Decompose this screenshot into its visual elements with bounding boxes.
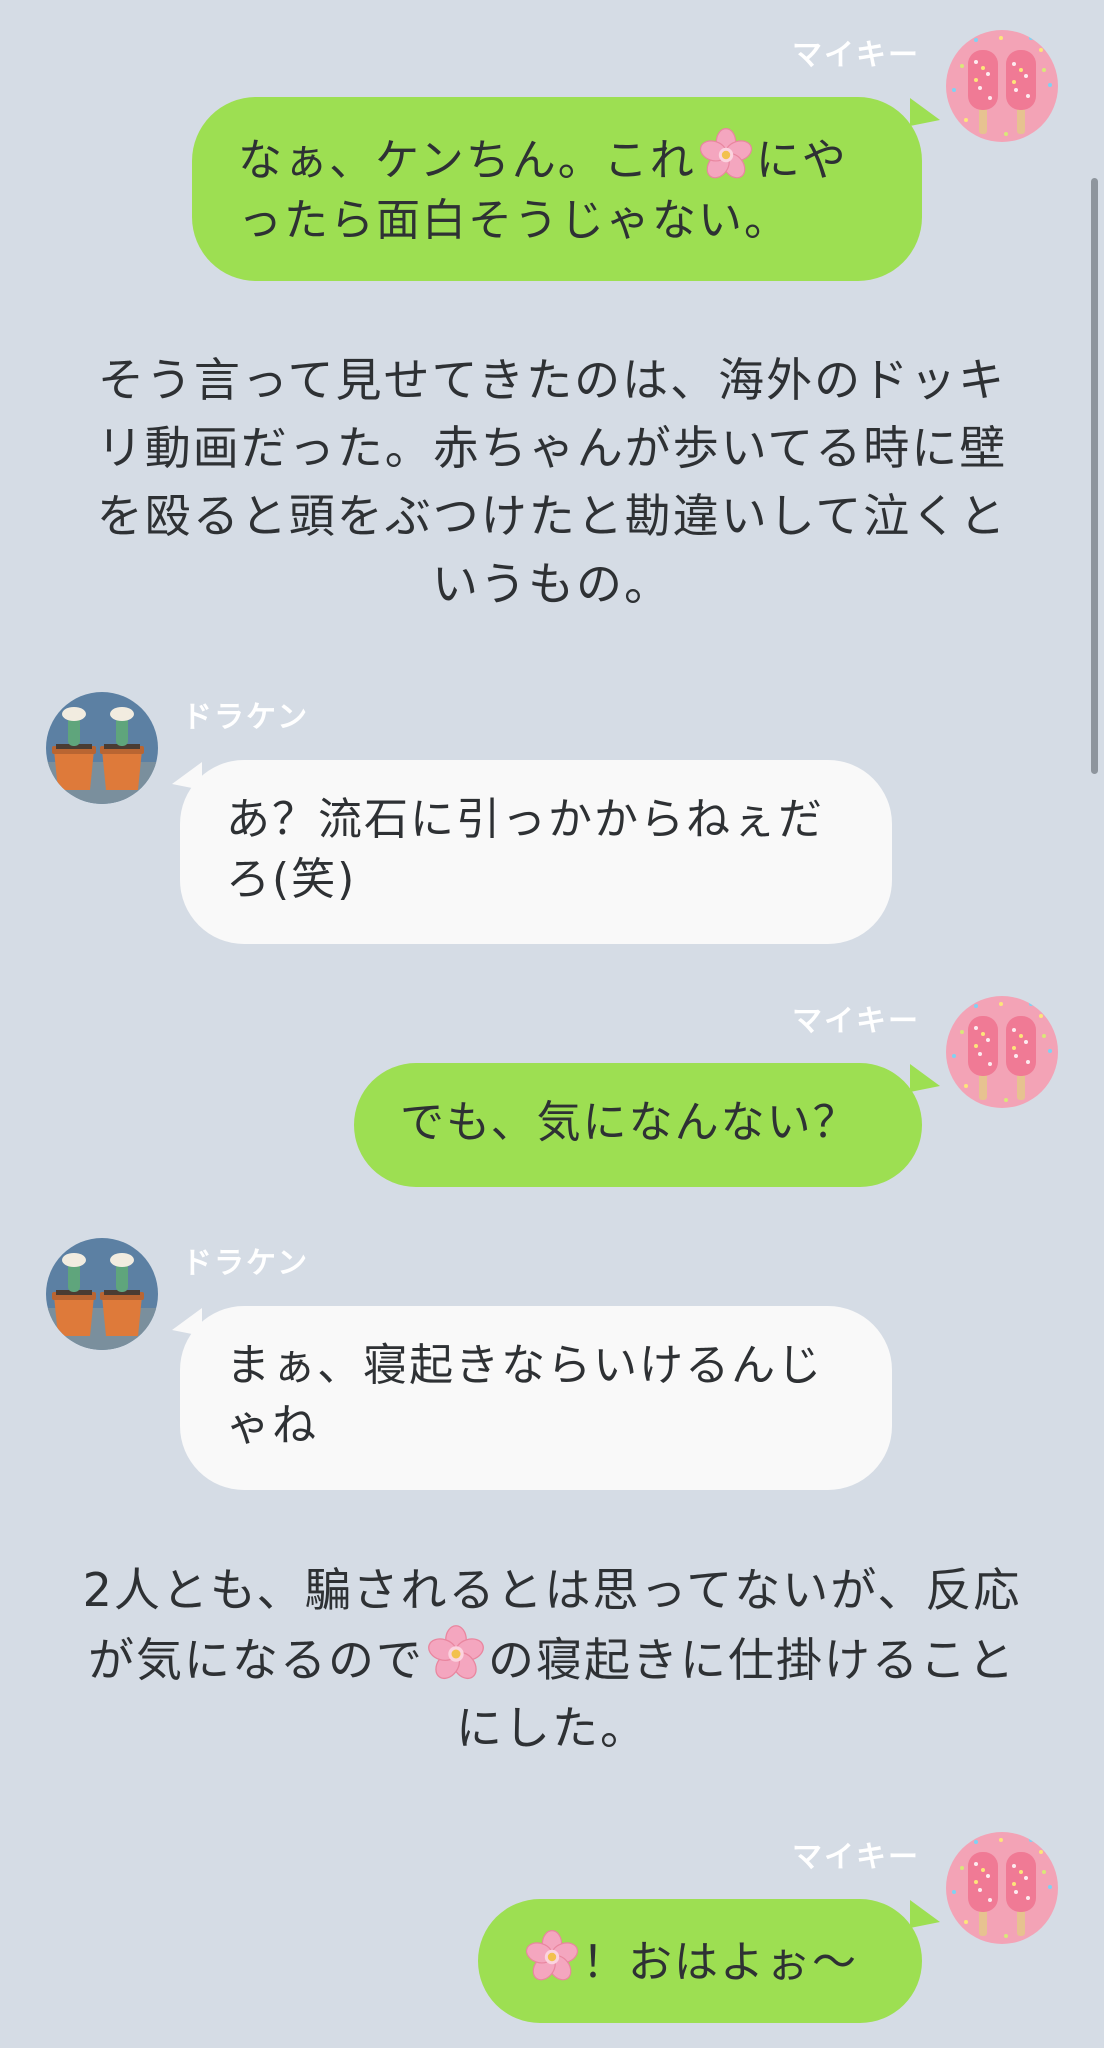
bubble-tail bbox=[910, 1900, 940, 1928]
potted-cactus-avatar-icon[interactable] bbox=[46, 692, 158, 804]
message-bubble-outgoing[interactable]: なぁ、ケンちん。これ にやったら面白そうじゃない。 bbox=[192, 97, 922, 281]
sender-name-mikey: マイキー bbox=[792, 38, 920, 73]
scrollbar[interactable] bbox=[1091, 178, 1098, 774]
pink-popsicles-avatar-icon[interactable] bbox=[946, 30, 1058, 142]
potted-cactus-avatar-icon[interactable] bbox=[46, 1238, 158, 1350]
pink-popsicles-avatar-icon[interactable] bbox=[946, 996, 1058, 1108]
cherry-blossom-icon bbox=[524, 1929, 580, 1985]
message-bubble-outgoing[interactable]: ！おはよぉ〜 bbox=[478, 1899, 922, 2023]
message-bubble-outgoing[interactable]: でも、気になんない？ bbox=[354, 1063, 922, 1187]
message-text: ！おはよぉ〜 bbox=[582, 1937, 858, 1988]
bubble-tail bbox=[172, 1308, 202, 1336]
sender-name-mikey: マイキー bbox=[792, 1004, 920, 1039]
sender-name-draken: ドラケン bbox=[182, 700, 310, 735]
narration-text: 2人とも、騙されるとは思ってないが、反応が気になるので の寝起きに仕掛けることにし… bbox=[80, 1556, 1024, 1762]
bubble-tail bbox=[910, 98, 940, 126]
bubble-tail bbox=[910, 1064, 940, 1092]
chat-transcript[interactable]: マイキー なぁ、ケンちん。これ にやったら面白そうじゃない。 そう言って見せてきた… bbox=[0, 0, 1104, 2048]
sender-name-mikey: マイキー bbox=[792, 1840, 920, 1875]
message-bubble-incoming[interactable]: まぁ、寝起きならいけるんじゃね bbox=[180, 1306, 892, 1490]
sender-name-draken: ドラケン bbox=[182, 1246, 310, 1281]
narration-text-part: の寝起きに仕掛けることにした。 bbox=[456, 1633, 1016, 1755]
narration-text: そう言って見せてきたのは、海外のドッキリ動画だった。赤ちゃんが歩いてる時に壁を殴… bbox=[96, 353, 1008, 611]
message-text: まぁ、寝起きならいけるんじゃね bbox=[226, 1340, 824, 1451]
pink-popsicles-avatar-icon[interactable] bbox=[946, 1832, 1058, 1944]
bubble-tail bbox=[172, 762, 202, 790]
message-text: なぁ、ケンちん。これ bbox=[238, 135, 696, 186]
message-bubble-incoming[interactable]: あ？流石に引っかからねぇだろ(笑) bbox=[180, 760, 892, 944]
message-text: あ？流石に引っかからねぇだろ(笑) bbox=[226, 794, 824, 905]
cherry-blossom-icon bbox=[426, 1625, 486, 1684]
cherry-blossom-icon bbox=[697, 128, 754, 183]
message-text: でも、気になんない？ bbox=[400, 1097, 859, 1148]
